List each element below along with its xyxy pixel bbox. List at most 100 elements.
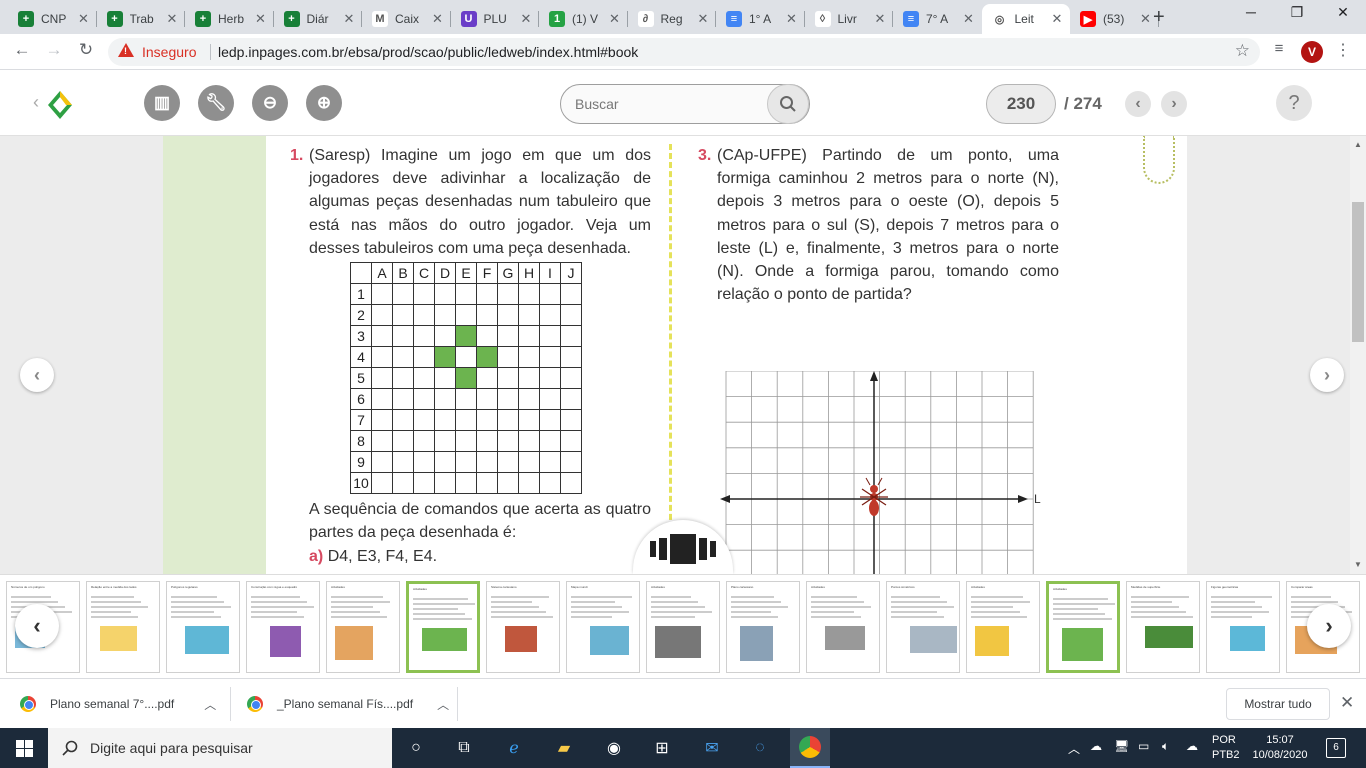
browser-tab[interactable]: ≡ 7° A ✕	[893, 4, 982, 34]
book-index-icon[interactable]: ▥	[144, 85, 180, 121]
page-thumbnail[interactable]: Polígonos regulares	[166, 581, 240, 673]
next-page-icon[interactable]: ›	[1161, 91, 1187, 117]
search-button[interactable]	[767, 84, 809, 124]
tab-close-icon[interactable]: ✕	[608, 11, 622, 27]
page-thumbnail[interactable]: Pontos simétricos	[886, 581, 960, 673]
language-indicator[interactable]: POR PTB2	[1212, 733, 1240, 763]
taskbar-search[interactable]: Digite aqui para pesquisar	[48, 728, 392, 768]
help-button[interactable]: ?	[1276, 85, 1312, 121]
chevron-up-icon[interactable]: ︿	[204, 696, 216, 713]
page-thumbnail[interactable]: Atividades	[966, 581, 1040, 673]
browser-tab[interactable]: M Caix ✕	[362, 4, 451, 34]
tab-close-icon[interactable]: ✕	[1050, 11, 1064, 27]
browser-tab[interactable]: + CNP ✕	[8, 4, 97, 34]
tab-close-icon[interactable]: ✕	[254, 11, 268, 27]
tab-close-icon[interactable]: ✕	[77, 11, 91, 27]
edge-icon[interactable]: ℯ	[502, 736, 526, 760]
next-spread-icon[interactable]: ›	[1310, 358, 1344, 392]
page-thumbnail[interactable]: Atividades	[806, 581, 880, 673]
collapse-chevron-icon[interactable]: ‹	[33, 92, 39, 113]
onedrive-icon[interactable]: ☁	[1186, 739, 1198, 753]
page-thumbnail[interactable]: Relação entre a medida dos lados	[86, 581, 160, 673]
download-filename[interactable]: _Plano semanal Fís....pdf	[277, 697, 413, 711]
browser-tab[interactable]: ▶ (53) ✕	[1070, 4, 1159, 34]
chrome-taskbar-icon[interactable]	[790, 728, 830, 768]
volume-icon[interactable]: 🔈︎	[1162, 739, 1169, 754]
tray-expand-icon[interactable]: ︿	[1068, 740, 1080, 757]
tab-close-icon[interactable]: ✕	[696, 11, 710, 27]
weather-icon[interactable]: ☁	[1090, 739, 1102, 753]
download-filename[interactable]: Plano semanal 7°....pdf	[50, 697, 174, 711]
browser-tab[interactable]: U PLU ✕	[451, 4, 539, 34]
app-icon[interactable]: ◌	[748, 736, 772, 760]
zoom-out-icon[interactable]: ⊖	[252, 85, 288, 121]
browser-tab[interactable]: ≡ 1° A ✕	[716, 4, 805, 34]
download-item[interactable]: _Plano semanal Fís....pdf ︿	[247, 679, 449, 729]
notification-icon[interactable]: 6	[1326, 738, 1346, 758]
tab-close-icon[interactable]: ✕	[431, 11, 445, 27]
cortana-icon[interactable]: ○	[404, 736, 428, 760]
page-thumbnail[interactable]: Sistema cartesiano	[486, 581, 560, 673]
taskbar-search-text[interactable]: Digite aqui para pesquisar	[90, 740, 253, 756]
start-button[interactable]	[0, 728, 48, 768]
battery-icon[interactable]: ▭	[1138, 739, 1149, 753]
zoom-in-icon[interactable]: ⊕	[306, 85, 342, 121]
show-all-button[interactable]: Mostrar tudo	[1226, 688, 1330, 720]
browser-tab[interactable]: + Diár ✕	[274, 4, 362, 34]
tab-close-icon[interactable]: ✕	[342, 11, 356, 27]
network-icon[interactable]: 🖥︎	[1114, 739, 1129, 753]
tools-wrench-icon[interactable]: 🔧︎	[198, 85, 234, 121]
browser-tab[interactable]: ◊ Livr ✕	[805, 4, 893, 34]
browser-tab[interactable]: ∂ Reg ✕	[628, 4, 716, 34]
scroll-down-icon[interactable]: ▼	[1354, 560, 1362, 569]
reading-list-icon[interactable]: ≡	[1266, 40, 1292, 57]
prev-spread-icon[interactable]: ‹	[20, 358, 54, 392]
task-view-icon[interactable]: ⧉	[452, 736, 476, 760]
page-thumbnail[interactable]: Mapa mundi	[566, 581, 640, 673]
page-thumbnail[interactable]: Medidas de superfície	[1126, 581, 1200, 673]
menu-icon[interactable]: ⋮	[1330, 40, 1356, 60]
maximize-button[interactable]: ❐	[1282, 4, 1312, 21]
page-thumbnail[interactable]: Atividades	[406, 581, 480, 673]
close-icon[interactable]: ✕	[1340, 693, 1354, 713]
tab-close-icon[interactable]: ✕	[873, 11, 887, 27]
scrollbar-thumb[interactable]	[1352, 202, 1364, 342]
page-thumbnail[interactable]: Plano cartesiano	[726, 581, 800, 673]
reload-icon[interactable]: ↻	[73, 40, 99, 60]
new-tab-button[interactable]: +	[1153, 6, 1165, 29]
tab-close-icon[interactable]: ✕	[1139, 11, 1153, 27]
browser-tab[interactable]: + Herb ✕	[185, 4, 274, 34]
forward-icon[interactable]: →	[41, 40, 67, 60]
tab-close-icon[interactable]: ✕	[785, 11, 799, 27]
page-thumbnail[interactable]: Atividades	[646, 581, 720, 673]
scroll-up-icon[interactable]: ▲	[1354, 140, 1362, 149]
tab-close-icon[interactable]: ✕	[519, 11, 533, 27]
tab-close-icon[interactable]: ✕	[962, 11, 976, 27]
minimize-button[interactable]: ─	[1236, 4, 1266, 20]
store-icon[interactable]: ⊞	[650, 736, 674, 760]
bookmark-ribbon-icon[interactable]	[1143, 136, 1175, 184]
tab-close-icon[interactable]: ✕	[165, 11, 179, 27]
bookmark-star-icon[interactable]: ☆	[1235, 41, 1250, 61]
page-thumbnail[interactable]: Construção com régua e esquadro	[246, 581, 320, 673]
browser-tab[interactable]: 1 (1) V ✕	[539, 4, 628, 34]
browser-tab[interactable]: + Trab ✕	[97, 4, 185, 34]
page-number-input[interactable]: 230	[986, 84, 1056, 124]
page-thumbnail[interactable]: Atividades	[1046, 581, 1120, 673]
page-thumbnail[interactable]: Atividades	[326, 581, 400, 673]
browser-tab[interactable]: ◎ Leit ✕	[981, 4, 1070, 34]
file-explorer-icon[interactable]: ▰	[552, 736, 576, 760]
url-text[interactable]: ledp.inpages.com.br/ebsa/prod/scao/publi…	[218, 44, 638, 60]
page-thumbnail[interactable]: Figuras geométricas	[1206, 581, 1280, 673]
download-item[interactable]: Plano semanal 7°....pdf ︿	[20, 679, 216, 729]
thumbnails-prev-icon[interactable]: ‹	[15, 604, 59, 648]
search-input[interactable]	[575, 96, 765, 112]
chevron-up-icon[interactable]: ︿	[437, 696, 449, 713]
clock[interactable]: 15:07 10/08/2020	[1250, 733, 1310, 763]
thumbnails-next-icon[interactable]: ›	[1307, 604, 1351, 648]
prev-page-icon[interactable]: ‹	[1125, 91, 1151, 117]
mail-icon[interactable]: ✉	[700, 736, 724, 760]
close-window-button[interactable]: ✕	[1328, 4, 1358, 21]
security-label[interactable]: Inseguro	[142, 44, 196, 60]
back-icon[interactable]: ←	[9, 40, 35, 60]
